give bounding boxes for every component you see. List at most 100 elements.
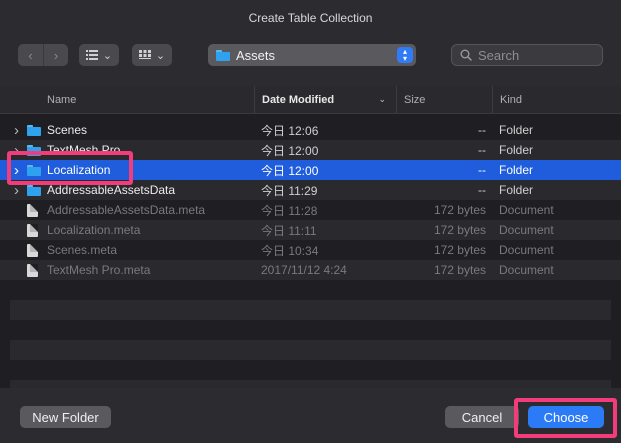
file-size: -- [478, 183, 486, 197]
file-name: AddressableAssetsData [47, 183, 176, 197]
file-browser: Name Date Modified ⌄ Size Kind › Scenes 今日… [0, 86, 621, 388]
file-kind: Document [499, 223, 554, 237]
chevron-down-icon: ⌄ [102, 49, 113, 62]
column-kind-label: Kind [500, 94, 523, 106]
document-icon [27, 223, 38, 237]
column-size[interactable]: Size [396, 86, 492, 114]
file-size: -- [478, 123, 486, 137]
row-spacer [14, 240, 24, 260]
empty-row [10, 340, 611, 360]
file-kind: Document [499, 263, 554, 277]
document-icon [27, 263, 38, 277]
title-bar: Create Table Collection [0, 0, 621, 36]
file-name: TextMesh Pro.meta [47, 263, 151, 277]
chevron-right-icon: › [53, 47, 59, 63]
forward-button[interactable]: › [43, 44, 68, 66]
cancel-button[interactable]: Cancel [445, 406, 519, 428]
column-header: Name Date Modified ⌄ Size Kind [0, 86, 621, 114]
popup-arrows-icon: ▴ ▾ [397, 47, 413, 63]
folder-row[interactable]: › Localization 今日 12:00 -- Folder [0, 160, 621, 180]
disclosure-chevron-icon[interactable]: › [14, 180, 24, 200]
location-popup[interactable]: Assets ▴ ▾ [208, 44, 416, 66]
column-date-modified[interactable]: Date Modified ⌄ [254, 86, 396, 114]
row-spacer [14, 220, 24, 240]
folder-row[interactable]: › Scenes 今日 12:06 -- Folder [0, 120, 621, 140]
date-modified: 今日 12:00 [261, 143, 319, 158]
folder-icon [27, 144, 41, 156]
file-kind: Folder [499, 163, 534, 177]
row-icon [27, 180, 43, 200]
file-name: Localization [47, 163, 111, 177]
folder-icon [216, 49, 230, 61]
column-size-label: Size [404, 94, 426, 106]
date-modified: 今日 12:06 [261, 123, 319, 138]
location-label: Assets [236, 47, 276, 63]
file-row[interactable]: AddressableAssetsData.meta 今日 11:28 172 by… [0, 200, 621, 220]
chevron-down-icon: ⌄ [155, 49, 166, 62]
row-icon [27, 160, 43, 180]
row-icon [27, 140, 43, 160]
back-button[interactable]: ‹ [18, 44, 43, 66]
file-name: Scenes.meta [47, 243, 118, 257]
file-row[interactable]: Scenes.meta 今日 10:34 172 bytes Document [0, 240, 621, 260]
create-table-collection-dialog: Create Table Collection ‹ › ⌄ ⌄ Assets ▴… [0, 0, 621, 443]
date-modified: 今日 11:11 [261, 223, 317, 238]
date-modified: 今日 11:28 [261, 203, 318, 218]
file-name: Localization.meta [47, 223, 141, 237]
folder-row[interactable]: › TextMesh Pro 今日 12:00 -- Folder [0, 140, 621, 160]
file-row[interactable]: Localization.meta 今日 11:11 172 bytes Docume… [0, 220, 621, 240]
row-spacer [14, 200, 24, 220]
sort-chevron-icon: ⌄ [378, 94, 386, 104]
folder-icon [27, 124, 41, 136]
search-icon [460, 49, 472, 61]
row-icon [27, 220, 43, 240]
dialog-title: Create Table Collection [248, 11, 373, 25]
file-row[interactable]: TextMesh Pro.meta 2017/11/12 4:24 172 byte… [0, 260, 621, 280]
document-icon [27, 203, 38, 217]
file-kind: Folder [499, 123, 534, 137]
row-icon [27, 120, 43, 140]
file-size: 172 bytes [433, 263, 486, 277]
folder-row[interactable]: › AddressableAssetsData 今日 11:29 -- Folder [0, 180, 621, 200]
row-icon [27, 200, 43, 220]
date-modified: 2017/11/12 4:24 [261, 263, 347, 277]
dialog-footer: New Folder Cancel Choose [0, 388, 621, 443]
file-list: › Scenes 今日 12:06 -- Folder › TextMesh Pro 今日 1… [0, 120, 621, 280]
column-kind[interactable]: Kind [492, 86, 621, 114]
grid-view-button[interactable]: ⌄ [132, 44, 172, 66]
folder-icon [27, 184, 41, 196]
row-spacer [14, 260, 24, 280]
date-modified: 今日 11:29 [261, 183, 318, 198]
folder-icon [27, 164, 41, 176]
column-name[interactable]: Name [0, 86, 254, 114]
disclosure-chevron-icon[interactable]: › [14, 160, 24, 180]
file-kind: Document [499, 243, 554, 257]
toolbar: ‹ › ⌄ ⌄ Assets ▴ ▾ Search [0, 36, 621, 80]
file-name: Scenes [47, 123, 88, 137]
file-kind: Folder [499, 143, 534, 157]
list-view-button[interactable]: ⌄ [79, 44, 119, 66]
row-icon [27, 260, 43, 280]
new-folder-button[interactable]: New Folder [20, 406, 111, 428]
date-modified: 今日 10:34 [261, 243, 319, 258]
file-kind: Folder [499, 183, 534, 197]
chevron-left-icon: ‹ [28, 47, 33, 63]
empty-row [10, 380, 611, 388]
disclosure-chevron-icon[interactable]: › [14, 140, 24, 160]
date-modified: 今日 12:00 [261, 163, 319, 178]
file-size: 172 bytes [433, 223, 486, 237]
choose-button[interactable]: Choose [528, 406, 604, 428]
column-date-label: Date Modified [262, 94, 335, 106]
file-size: 172 bytes [433, 203, 486, 217]
document-icon [27, 243, 38, 257]
grid-icon [138, 50, 151, 59]
navigation-buttons: ‹ › [18, 44, 68, 66]
disclosure-chevron-icon[interactable]: › [14, 120, 24, 140]
list-icon [85, 50, 98, 60]
file-name: AddressableAssetsData.meta [47, 203, 206, 217]
file-kind: Document [499, 203, 554, 217]
search-field[interactable]: Search [451, 44, 603, 66]
file-name: TextMesh Pro [47, 143, 121, 157]
file-size: -- [478, 143, 486, 157]
row-icon [27, 240, 43, 260]
